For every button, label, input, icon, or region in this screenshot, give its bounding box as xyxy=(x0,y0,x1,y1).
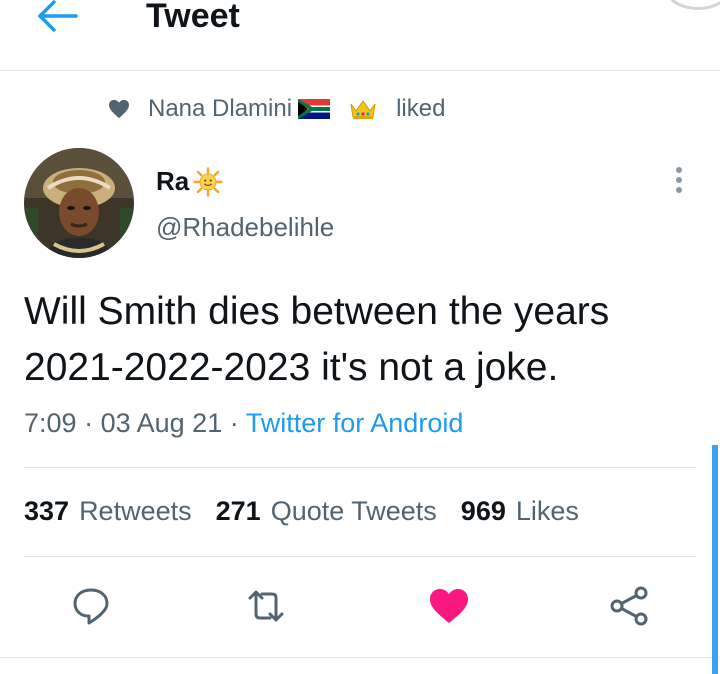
author-photo xyxy=(24,148,134,258)
avatar[interactable] xyxy=(24,148,134,258)
quotes-label: Quote Tweets xyxy=(270,496,437,526)
reply-button[interactable] xyxy=(69,584,113,628)
likes-stat[interactable]: 969 Likes xyxy=(461,496,579,527)
retweets-label: Retweets xyxy=(79,496,192,526)
header-bar: Tweet xyxy=(0,0,720,71)
quote-tweets-stat[interactable]: 271 Quote Tweets xyxy=(216,496,437,527)
retweet-icon xyxy=(248,590,284,622)
heart-icon xyxy=(430,589,468,623)
arrow-left-icon xyxy=(38,0,78,32)
meta-separator: · xyxy=(84,408,94,438)
likes-count: 969 xyxy=(460,496,506,526)
back-button[interactable] xyxy=(36,0,80,36)
reply-icon xyxy=(73,588,109,625)
divider xyxy=(24,556,696,557)
sun-emoji-icon xyxy=(193,166,223,197)
tweet-date: 03 Aug 21 xyxy=(100,408,223,438)
crown-emoji-icon xyxy=(350,100,376,119)
meta-separator: · xyxy=(229,408,239,438)
tweet-text-line-1: Will Smith dies between the years xyxy=(24,290,610,333)
tweet-source-link[interactable]: Twitter for Android xyxy=(246,408,464,438)
divider xyxy=(0,657,720,658)
like-button[interactable] xyxy=(427,584,471,628)
retweet-button[interactable] xyxy=(244,584,288,628)
liker-name: Nana Dlamini xyxy=(148,95,293,122)
tweet-meta: 7:09 · 03 Aug 21 · Twitter for Android xyxy=(24,408,463,439)
retweets-stat[interactable]: 337 Retweets xyxy=(24,496,192,527)
page-title: Tweet xyxy=(146,0,240,35)
tweet-text: Will Smith dies between the years 2021-2… xyxy=(24,284,704,396)
social-action: liked xyxy=(396,95,446,122)
tweet-text-line-2: 2021-2022-2023 it's not a joke. xyxy=(24,346,559,389)
divider xyxy=(24,467,696,468)
retweets-count: 337 xyxy=(24,496,70,526)
share-button[interactable] xyxy=(608,584,652,628)
profile-avatar-button[interactable] xyxy=(666,0,720,10)
quotes-count: 271 xyxy=(215,496,261,526)
south-africa-flag-icon xyxy=(298,99,331,119)
heart-icon xyxy=(109,99,129,119)
more-options-button[interactable] xyxy=(667,162,691,198)
author-name[interactable]: Ra xyxy=(156,166,223,197)
share-icon xyxy=(610,586,648,626)
tweet-stats: 337 Retweets 271 Quote Tweets 969 Likes xyxy=(24,496,603,527)
likes-label: Likes xyxy=(515,496,579,526)
author-display-name: Ra xyxy=(156,166,190,196)
author-handle[interactable]: @Rhadebelihle xyxy=(156,212,334,243)
social-context[interactable]: Nana Dlamini liked xyxy=(108,94,445,124)
scrollbar[interactable] xyxy=(712,445,718,674)
more-vertical-icon xyxy=(676,167,682,193)
tweet-time: 7:09 xyxy=(24,408,77,438)
